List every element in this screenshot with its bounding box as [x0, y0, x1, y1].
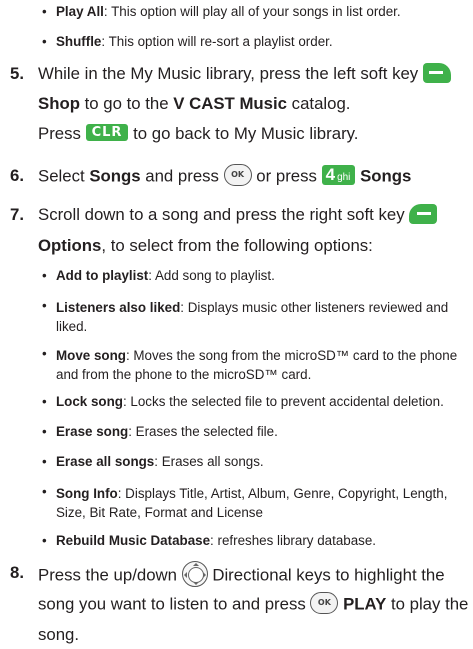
step-text: and press: [140, 166, 219, 186]
step-text: Directional keys to highlight the: [207, 565, 445, 585]
step-number: 7.: [10, 205, 24, 224]
step-8-line-2: song you want to listen to and press OK …: [38, 592, 469, 616]
option-name: Move song: [56, 348, 126, 363]
option-name: Erase song: [56, 424, 129, 439]
step-text: Press the up/down: [38, 565, 177, 585]
catalog-label: V CAST Music: [173, 94, 288, 113]
step-text: to go to the: [79, 94, 174, 113]
menu-label: Shop: [38, 94, 80, 113]
right-soft-key-icon: [409, 203, 438, 224]
option-desc: : This option will re-sort a playlist or…: [101, 34, 333, 49]
option-name: Shuffle: [56, 34, 102, 49]
option-name: Rebuild Music Database: [56, 533, 211, 548]
bullet-dot: •: [42, 34, 47, 49]
step-text: to go back to My Music library.: [128, 124, 359, 143]
step-number: 5.: [10, 64, 24, 83]
option-name: Add to playlist: [56, 268, 149, 283]
option-name: Erase all songs: [56, 454, 155, 469]
option-name: Song Info: [56, 486, 118, 501]
step-7-line-2: Options, to select from the following op…: [38, 236, 373, 256]
step-text: to play the: [386, 594, 469, 614]
key-4-icon: 4 ghi: [321, 165, 356, 185]
step-number: 8.: [10, 563, 24, 582]
ok-key-icon: OK: [223, 164, 252, 186]
key-digit: 4: [325, 165, 336, 184]
option-desc: : Erases all songs.: [154, 454, 264, 469]
step-text: song.: [38, 625, 80, 644]
menu-label: Options: [38, 236, 102, 255]
menu-label: Songs: [360, 166, 412, 186]
step-text: While in the My Music library, press the…: [38, 64, 419, 83]
option-name: Lock song: [56, 394, 123, 409]
step-text: Select: [38, 166, 90, 186]
step-text: song you want to listen to and press: [38, 594, 306, 614]
directional-key-icon: [181, 561, 208, 587]
step-number: 6.: [10, 166, 24, 185]
bullet-dot: •: [42, 4, 47, 19]
step-5-line-3: Press CLR to go back to My Music library…: [38, 124, 358, 144]
step-text: or press: [251, 166, 317, 186]
menu-label: PLAY: [343, 594, 387, 614]
step-text: , to select from the following options:: [101, 236, 373, 255]
key-letters: ghi: [337, 172, 351, 183]
option-desc: : This option will play all of your song…: [103, 4, 401, 19]
step-text: catalog.: [287, 94, 351, 113]
step-text: Press: [38, 124, 81, 143]
clr-key-icon: CLR: [85, 124, 129, 142]
option-name: Listeners also liked: [56, 300, 181, 315]
step-text: Scroll down to a song and press the righ…: [38, 205, 405, 224]
manual-page: • Play All: This option will play all of…: [10, 4, 469, 645]
option-name: Play All: [56, 4, 104, 19]
option-desc: : refreshes library database.: [210, 533, 377, 548]
step-5-line-2: Shop to go to the V CAST Music catalog.: [38, 94, 350, 114]
left-soft-key-icon: [422, 62, 451, 83]
option-desc: : Erases the selected file.: [128, 424, 278, 439]
menu-label: Songs: [89, 166, 141, 186]
option-desc: : Locks the selected file to prevent acc…: [122, 394, 444, 409]
ok-key-icon: OK: [310, 592, 339, 614]
step-8-line-3: song.: [38, 625, 79, 645]
option-desc: : Add song to playlist.: [148, 268, 275, 283]
